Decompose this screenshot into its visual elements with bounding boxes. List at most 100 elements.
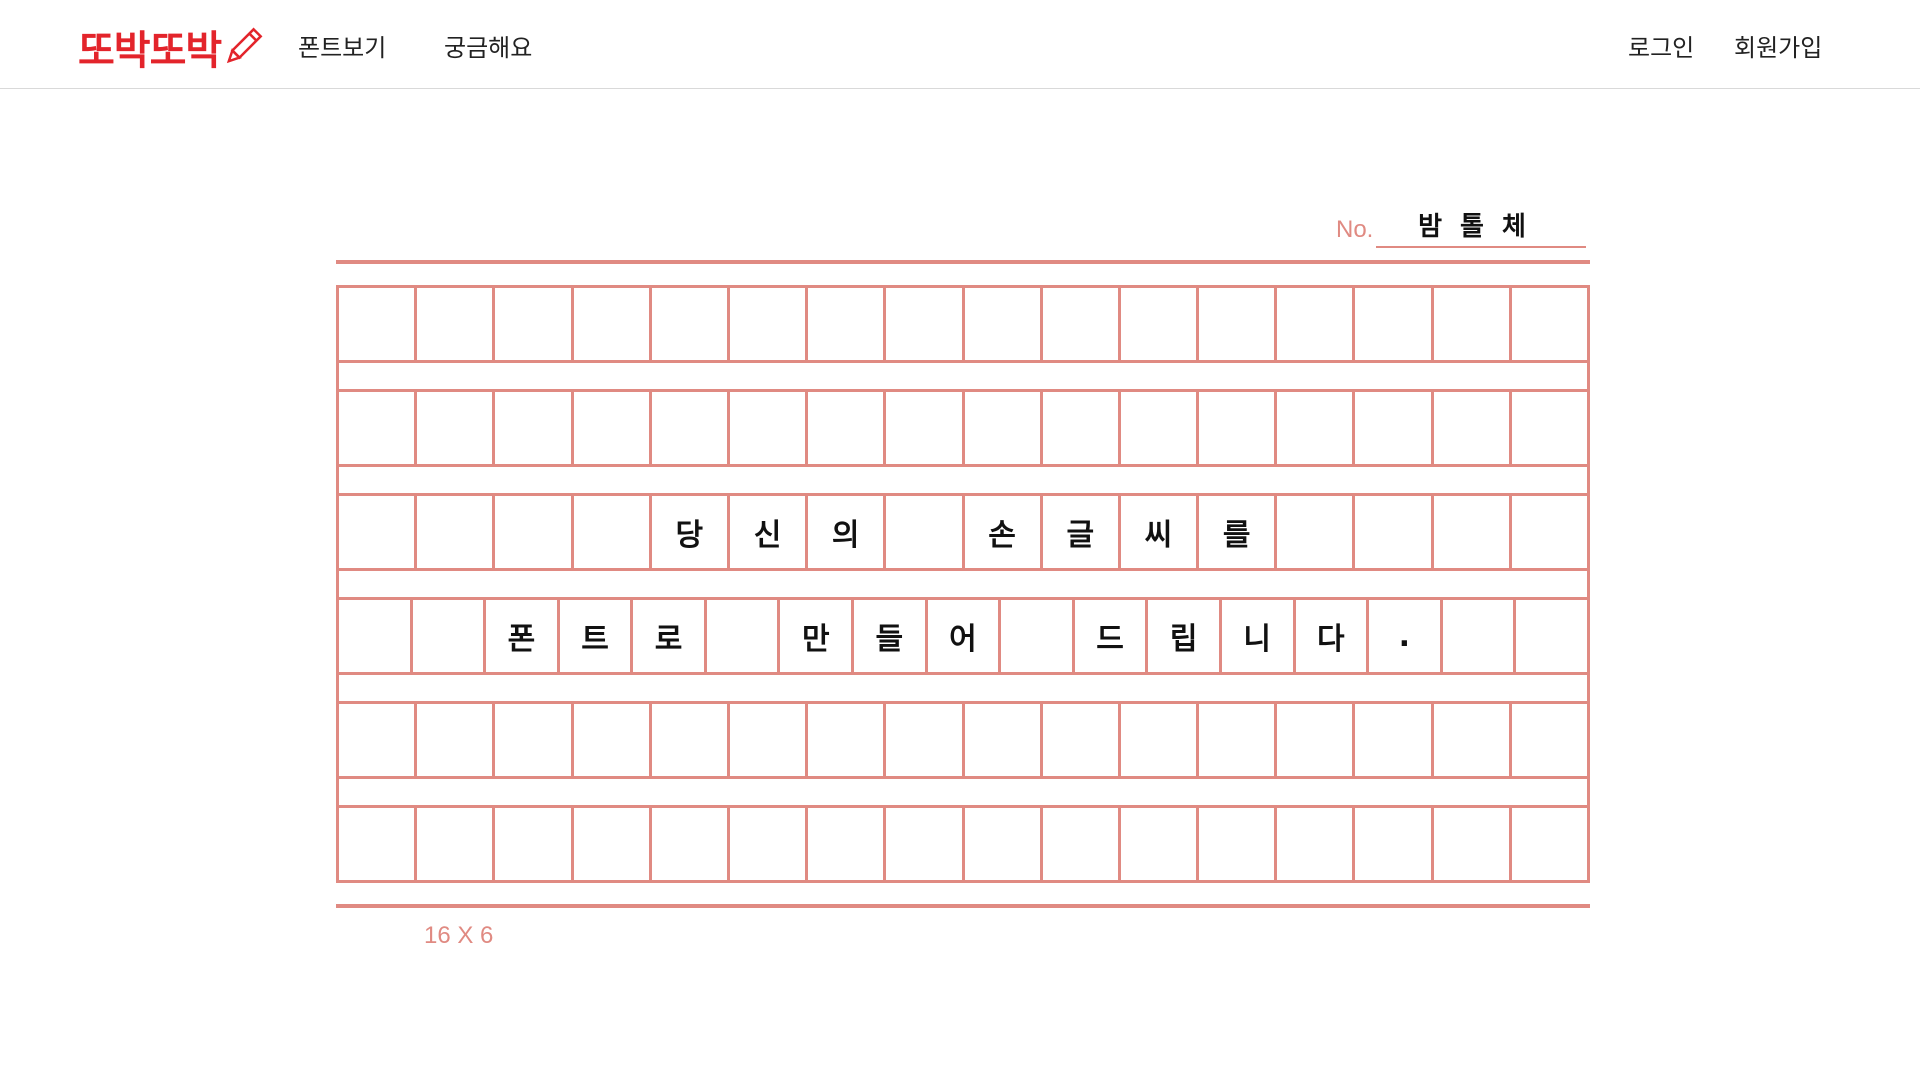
top-navbar: 또박또박 폰트보기 궁금해요 로그인 회원가입: [0, 0, 1920, 89]
grid-cell: [1274, 285, 1356, 363]
grid-cell: [570, 493, 652, 571]
grid-cell: [1430, 701, 1512, 779]
grid-cell: [648, 389, 730, 467]
grid-cell: [1508, 701, 1590, 779]
grid-cell: [1352, 493, 1434, 571]
font-name: 밤톨체: [1418, 212, 1544, 242]
font-number-label: No.: [1336, 216, 1374, 243]
grid-cell: [1430, 285, 1512, 363]
grid-cell: [336, 701, 418, 779]
grid-cell: 의: [805, 493, 887, 571]
signup-link[interactable]: 회원가입: [1734, 28, 1822, 63]
grid-cell: 를: [1196, 493, 1278, 571]
grid-cell: .: [1366, 597, 1443, 675]
grid-cell: 들: [851, 597, 928, 675]
grid-cell: [492, 701, 574, 779]
nav-faq[interactable]: 궁금해요: [444, 28, 532, 63]
grid-row: [336, 285, 1590, 363]
grid-cell: [1508, 805, 1590, 883]
grid-cell: [805, 285, 887, 363]
grid-cell: [726, 285, 809, 363]
grid-cell: [998, 597, 1075, 675]
grid-cell: [1352, 285, 1434, 363]
grid-cell: [805, 389, 887, 467]
grid-cell: 로: [630, 597, 707, 675]
grid-cell: [726, 389, 809, 467]
grid-cell: [1117, 805, 1200, 883]
grid-cell: [1274, 389, 1356, 467]
grid-cell: [1439, 597, 1517, 675]
grid-cell: 트: [556, 597, 634, 675]
grid-cell: [1274, 805, 1356, 883]
grid-cell: [492, 493, 574, 571]
grid-cell: [883, 285, 965, 363]
grid-cell: [961, 701, 1043, 779]
grid-cell: [1196, 285, 1278, 363]
grid-cell: [1117, 701, 1200, 779]
site-logo[interactable]: 또박또박: [78, 18, 263, 76]
grid-cell: [492, 285, 574, 363]
grid-cell: [1039, 285, 1121, 363]
grid-cell: [1039, 701, 1121, 779]
grid-cell: [414, 285, 496, 363]
manuscript-grid: 당신의손글씨를폰트로만들어드립니다.: [336, 285, 1590, 885]
grid-cell: [1196, 389, 1278, 467]
manuscript-paper: No. 밤톨체 당신의손글씨를폰트로만들어드립니다. 16 X 6: [336, 200, 1590, 960]
grid-row: [336, 701, 1590, 779]
grid-cell: 글: [1039, 493, 1121, 571]
title-underline: [1376, 246, 1586, 248]
grid-cell: 립: [1145, 597, 1222, 675]
grid-cell: [1274, 701, 1356, 779]
login-link[interactable]: 로그인: [1628, 28, 1694, 63]
grid-cell: [805, 701, 887, 779]
grid-cell: [883, 389, 965, 467]
grid-cell: [1039, 389, 1121, 467]
grid-cell: 당: [648, 493, 730, 571]
grid-cell: [1039, 805, 1121, 883]
grid-cell: [726, 805, 809, 883]
grid-cell: [336, 285, 418, 363]
grid-cell: [883, 701, 965, 779]
grid-cell: [1352, 805, 1434, 883]
grid-cell: [961, 285, 1043, 363]
grid-cell: 폰: [483, 597, 560, 675]
grid-cell: [570, 805, 652, 883]
row-gap: [336, 360, 1590, 392]
grid-cell: [1430, 389, 1512, 467]
grid-cell: 어: [924, 597, 1002, 675]
grid-cell: [805, 805, 887, 883]
grid-cell: [1508, 493, 1590, 571]
grid-cell: [1352, 389, 1434, 467]
grid-cell: [648, 805, 730, 883]
grid-cell: [1430, 805, 1512, 883]
grid-cell: [570, 285, 652, 363]
grid-cell: [409, 597, 487, 675]
grid-cell: 손: [961, 493, 1043, 571]
grid-cell: [492, 389, 574, 467]
grid-cell: [648, 285, 730, 363]
bottom-rule: [336, 904, 1590, 908]
grid-cell: [1430, 493, 1512, 571]
grid-cell: [336, 389, 418, 467]
grid-cell: 니: [1218, 597, 1296, 675]
grid-cell: [1508, 389, 1590, 467]
nav-font-browse[interactable]: 폰트보기: [298, 28, 386, 63]
pencil-icon: [227, 27, 263, 64]
grid-row: [336, 805, 1590, 883]
grid-size-label: 16 X 6: [424, 922, 494, 949]
grid-cell: [1117, 285, 1200, 363]
grid-cell: 다: [1292, 597, 1370, 675]
grid-cell: [570, 389, 652, 467]
grid-cell: 드: [1071, 597, 1149, 675]
grid-cell: [1352, 701, 1434, 779]
row-gap: [336, 672, 1590, 704]
grid-cell: [961, 805, 1043, 883]
grid-cell: [414, 493, 496, 571]
grid-cell: [336, 597, 413, 675]
logo-text: 또박또박: [78, 28, 222, 74]
grid-row: 당신의손글씨를: [336, 493, 1590, 571]
grid-cell: 신: [726, 493, 809, 571]
top-rule: [336, 260, 1590, 264]
grid-cell: [726, 701, 809, 779]
grid-row: [336, 389, 1590, 467]
